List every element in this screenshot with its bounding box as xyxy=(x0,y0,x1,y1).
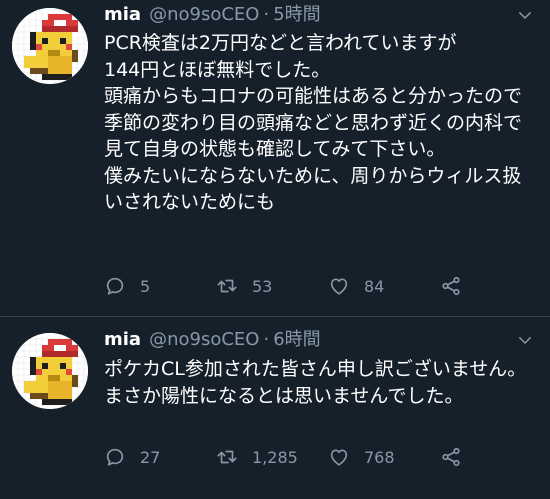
display-name[interactable]: mia xyxy=(104,329,141,350)
share-button[interactable] xyxy=(440,441,462,473)
user-handle[interactable]: @no9soCEO xyxy=(149,4,259,25)
like-count: 84 xyxy=(364,276,385,296)
retweet-count: 1,285 xyxy=(252,447,298,467)
share-icon xyxy=(442,276,460,296)
separator-dot: · xyxy=(263,329,270,350)
tweet[interactable]: mia @no9soCEO · 6時間 ポケカCL参加された皆さん申し訳ございません。… xyxy=(0,317,550,499)
chevron-down-icon[interactable] xyxy=(516,6,534,24)
tweet[interactable]: mia @no9soCEO · 5時間 PCR検査は2万円などと言われていますが 14… xyxy=(0,0,550,316)
avatar[interactable] xyxy=(12,8,88,84)
like-count: 768 xyxy=(364,447,395,467)
share-icon xyxy=(442,447,460,467)
reply-count: 27 xyxy=(140,447,161,467)
timestamp[interactable]: 5時間 xyxy=(273,4,320,25)
like-button[interactable]: 768 xyxy=(328,441,395,473)
separator-dot: · xyxy=(263,4,270,25)
tweet-text: PCR検査は2万円などと言われていますが 144円とほぼ無料でした。 頭痛からも… xyxy=(104,32,523,213)
timestamp[interactable]: 6時間 xyxy=(273,329,320,350)
tweet-text: ポケカCL参加された皆さん申し訳ございません。 まさか陽性になるとは思いませんで… xyxy=(104,358,527,407)
user-handle[interactable]: @no9soCEO xyxy=(149,329,259,350)
reply-count: 5 xyxy=(140,276,151,296)
reply-button[interactable]: 5 xyxy=(104,270,150,302)
retweet-button[interactable]: 53 xyxy=(216,270,272,302)
avatar-image xyxy=(12,8,88,84)
reply-button[interactable]: 27 xyxy=(104,441,160,473)
retweet-button[interactable]: 1,285 xyxy=(216,441,298,473)
chevron-down-icon[interactable] xyxy=(516,331,534,349)
tweet-feed: mia @no9soCEO · 5時間 PCR検査は2万円などと言われていますが 14… xyxy=(0,0,550,498)
tweet-actions: 27 1,285 768 xyxy=(104,441,524,473)
reply-icon xyxy=(106,448,124,466)
retweet-icon xyxy=(217,450,237,464)
tweet-header: mia @no9soCEO · 6時間 xyxy=(104,327,510,353)
tweet-header: mia @no9soCEO · 5時間 xyxy=(104,2,510,28)
avatar[interactable] xyxy=(12,333,88,409)
reply-icon xyxy=(106,277,124,295)
display-name[interactable]: mia xyxy=(104,4,141,25)
like-icon xyxy=(330,278,348,295)
retweet-icon xyxy=(217,279,237,293)
tweet-actions: 5 53 84 xyxy=(104,270,524,302)
share-button[interactable] xyxy=(440,270,462,302)
like-button[interactable]: 84 xyxy=(328,270,384,302)
retweet-count: 53 xyxy=(252,276,273,296)
like-icon xyxy=(330,449,348,466)
avatar-image xyxy=(12,333,88,409)
